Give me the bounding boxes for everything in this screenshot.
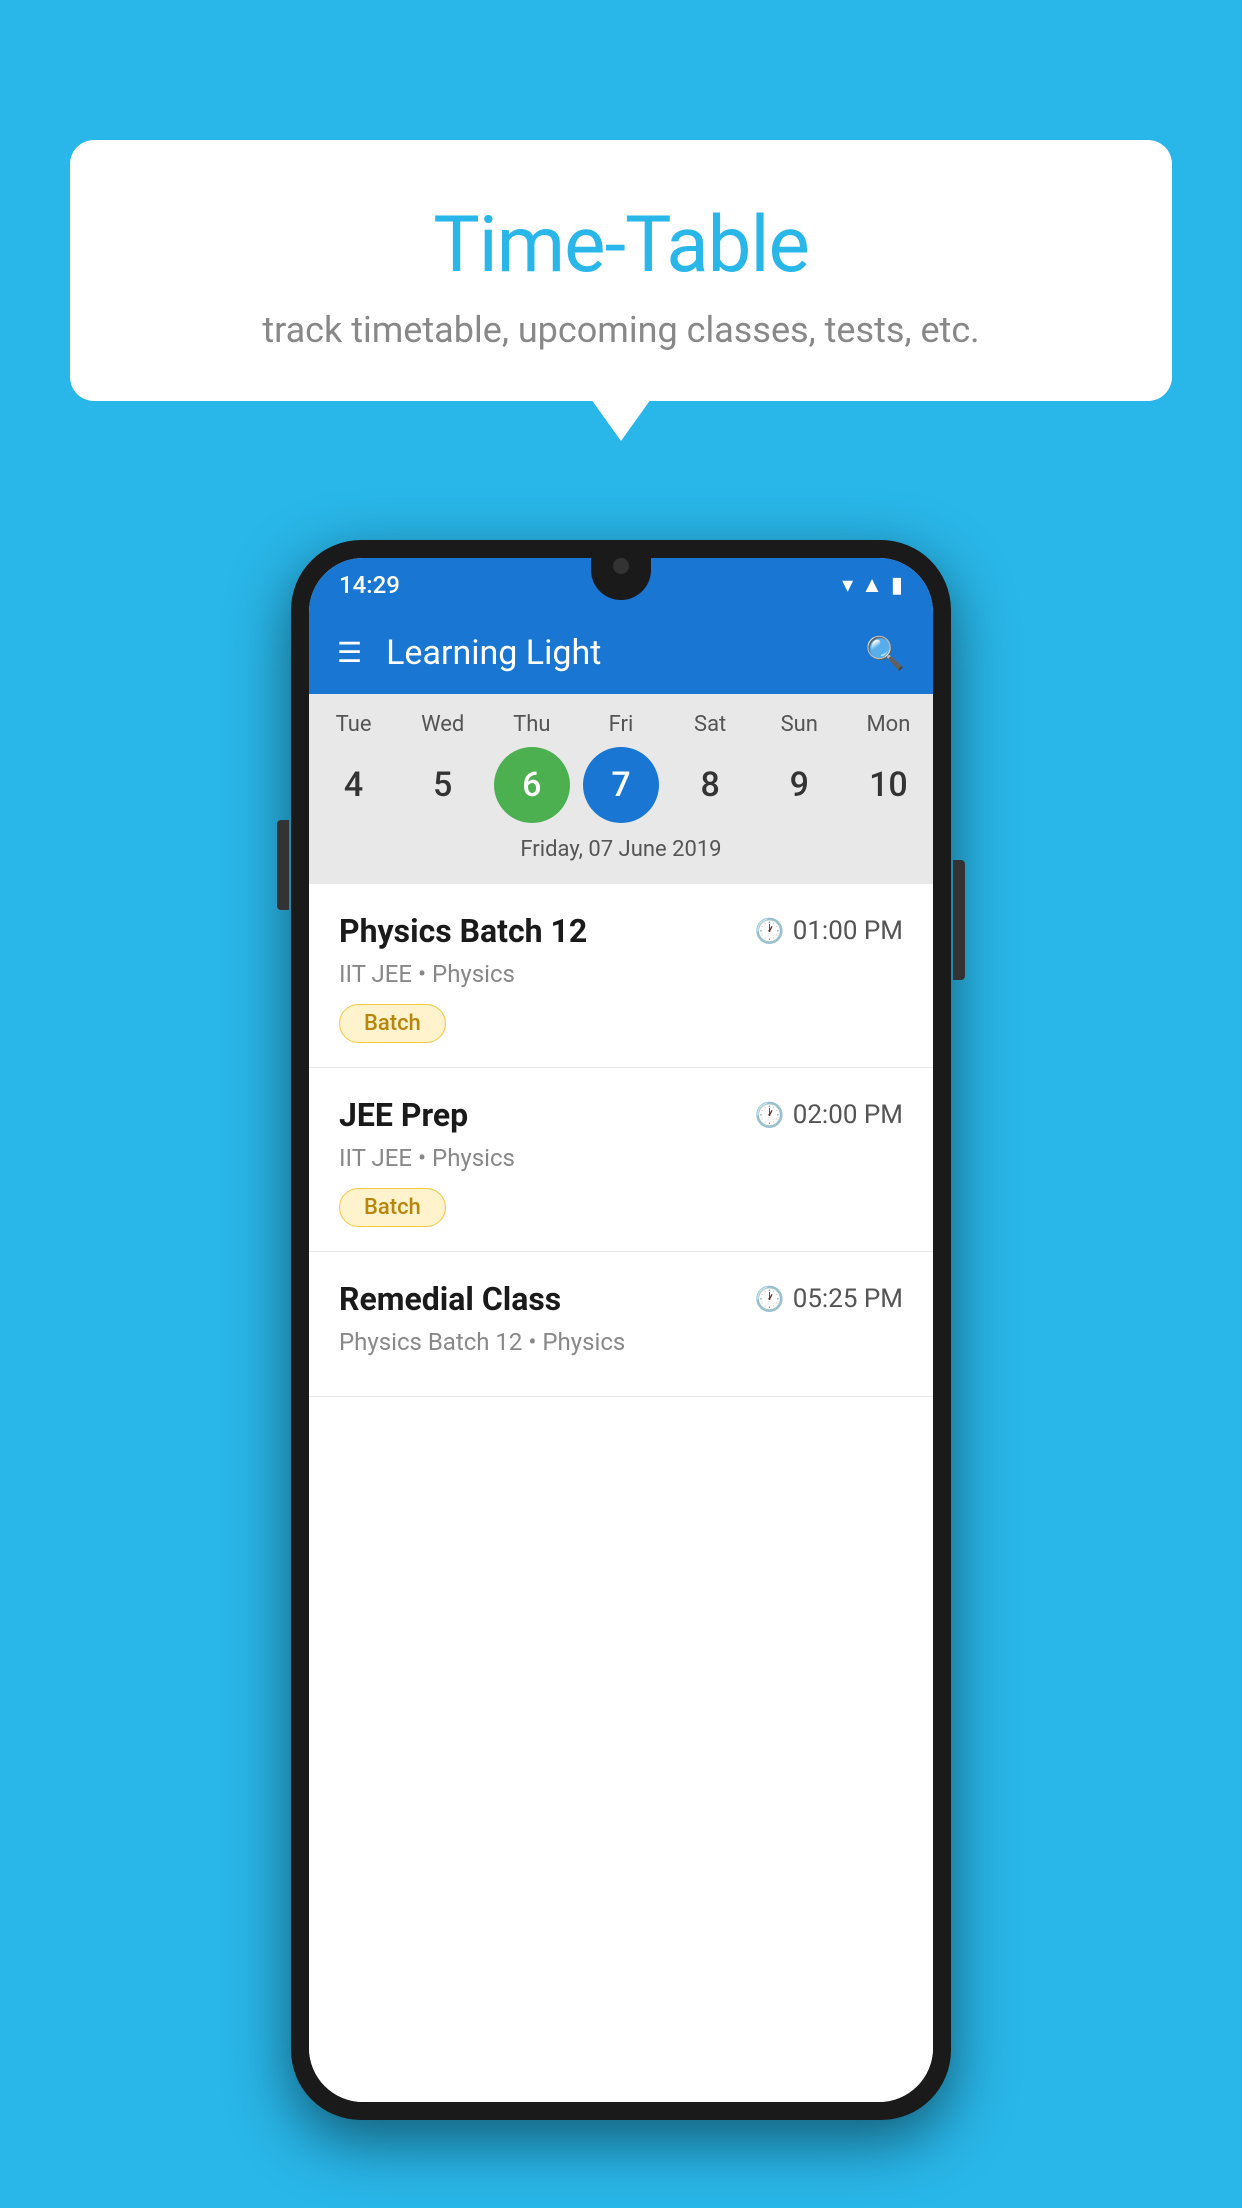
day-header-thu: Thu	[494, 712, 570, 737]
speech-bubble-container: Time-Table track timetable, upcoming cla…	[70, 140, 1172, 401]
calendar-strip: Tue Wed Thu Fri Sat Sun Mon 4 5 6 7 8	[309, 694, 933, 884]
day-header-sat: Sat	[672, 712, 748, 737]
class-time-3: 🕐 05:25 PM	[755, 1284, 903, 1314]
day-4[interactable]: 4	[316, 747, 392, 823]
class-list: Physics Batch 12 🕐 01:00 PM IIT JEE • Ph…	[309, 884, 933, 2102]
signal-icon: ▲	[861, 572, 883, 598]
clock-icon-3: 🕐	[755, 1285, 785, 1313]
day-header-mon: Mon	[850, 712, 926, 737]
phone-frame: 14:29 ▾ ▲ ▮ ☰ Learning Light 🔍 T	[291, 540, 951, 2120]
speech-bubble: Time-Table track timetable, upcoming cla…	[70, 140, 1172, 401]
day-10[interactable]: 10	[850, 747, 926, 823]
phone-screen: 14:29 ▾ ▲ ▮ ☰ Learning Light 🔍 T	[309, 558, 933, 2102]
class-name-3: Remedial Class	[339, 1280, 561, 1318]
bubble-subtitle: track timetable, upcoming classes, tests…	[130, 309, 1112, 351]
batch-badge-1: Batch	[339, 1004, 446, 1043]
batch-badge-2: Batch	[339, 1188, 446, 1227]
day-header-wed: Wed	[405, 712, 481, 737]
day-5[interactable]: 5	[405, 747, 481, 823]
day-7-selected[interactable]: 7	[583, 747, 659, 823]
wifi-icon: ▾	[842, 573, 853, 598]
class-header-3: Remedial Class 🕐 05:25 PM	[339, 1280, 903, 1318]
app-title: Learning Light	[386, 633, 865, 673]
day-header-tue: Tue	[316, 712, 392, 737]
day-header-sun: Sun	[761, 712, 837, 737]
class-time-1: 🕐 01:00 PM	[755, 916, 903, 946]
battery-icon: ▮	[891, 573, 903, 598]
class-header-2: JEE Prep 🕐 02:00 PM	[339, 1096, 903, 1134]
day-8[interactable]: 8	[672, 747, 748, 823]
class-name-1: Physics Batch 12	[339, 912, 587, 950]
day-6-today[interactable]: 6	[494, 747, 570, 823]
clock-icon-1: 🕐	[755, 917, 785, 945]
class-subject-1: IIT JEE • Physics	[339, 960, 903, 988]
status-icons: ▾ ▲ ▮	[842, 572, 903, 598]
class-item-jee-prep[interactable]: JEE Prep 🕐 02:00 PM IIT JEE • Physics Ba…	[309, 1068, 933, 1252]
hamburger-icon[interactable]: ☰	[337, 639, 362, 667]
class-name-2: JEE Prep	[339, 1096, 468, 1134]
phone-outer: 14:29 ▾ ▲ ▮ ☰ Learning Light 🔍 T	[291, 540, 951, 2120]
phone-notch	[591, 540, 651, 600]
clock-icon-2: 🕐	[755, 1101, 785, 1129]
app-header: ☰ Learning Light 🔍	[309, 612, 933, 694]
class-subject-3: Physics Batch 12 • Physics	[339, 1328, 903, 1356]
status-time: 14:29	[339, 571, 400, 599]
camera-icon	[613, 558, 629, 574]
class-item-physics-batch-12[interactable]: Physics Batch 12 🕐 01:00 PM IIT JEE • Ph…	[309, 884, 933, 1068]
day-9[interactable]: 9	[761, 747, 837, 823]
day-numbers: 4 5 6 7 8 9 10	[309, 747, 933, 823]
day-header-fri: Fri	[583, 712, 659, 737]
class-subject-2: IIT JEE • Physics	[339, 1144, 903, 1172]
class-header-1: Physics Batch 12 🕐 01:00 PM	[339, 912, 903, 950]
class-time-2: 🕐 02:00 PM	[755, 1100, 903, 1130]
day-headers: Tue Wed Thu Fri Sat Sun Mon	[309, 712, 933, 737]
class-item-remedial-class[interactable]: Remedial Class 🕐 05:25 PM Physics Batch …	[309, 1252, 933, 1397]
search-icon[interactable]: 🔍	[865, 634, 905, 672]
bubble-title: Time-Table	[130, 200, 1112, 291]
selected-date: Friday, 07 June 2019	[309, 837, 933, 874]
